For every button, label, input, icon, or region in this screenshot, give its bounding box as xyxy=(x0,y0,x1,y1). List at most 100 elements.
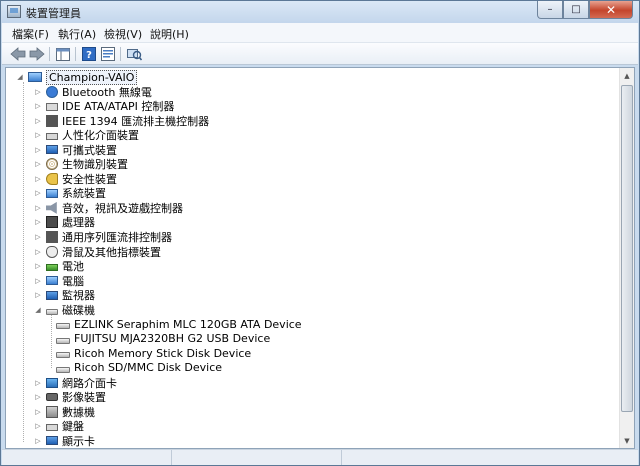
system-device-icon xyxy=(46,188,58,198)
vertical-scrollbar[interactable]: ▲ ▼ xyxy=(619,68,634,448)
tree-device-item[interactable]: Ricoh SD/MMC Disk Device xyxy=(56,361,222,375)
disk-drive-icon xyxy=(46,308,58,315)
expand-arrow-icon[interactable]: ▷ xyxy=(34,276,42,286)
title-bar[interactable]: 裝置管理員 – □ ✕ xyxy=(1,1,639,23)
tree-category-hid[interactable]: ▷ 人性化介面裝置 xyxy=(34,128,139,142)
key-icon xyxy=(46,172,58,185)
expand-arrow-icon[interactable]: ▷ xyxy=(34,145,42,155)
toolbar-separator xyxy=(120,47,121,61)
tree-child-guide-line xyxy=(51,314,52,368)
scroll-down-icon[interactable]: ▼ xyxy=(620,433,634,448)
status-cell xyxy=(342,450,638,465)
help-icon: ? xyxy=(82,47,96,61)
tree-category-disk-drive[interactable]: ◢ 磁碟機 xyxy=(34,303,95,317)
battery-icon xyxy=(46,264,58,272)
keyboard-icon xyxy=(46,424,58,432)
tree-category-computer[interactable]: ▷ 電腦 xyxy=(34,274,84,288)
modem-icon xyxy=(46,405,58,418)
expand-arrow-icon[interactable]: ▷ xyxy=(34,378,42,388)
console-tree-icon xyxy=(56,47,70,61)
expand-arrow-icon[interactable]: ▷ xyxy=(34,247,42,257)
tree-category-label: 顯示卡 xyxy=(62,434,95,448)
back-button[interactable] xyxy=(10,46,26,62)
collapse-arrow-icon[interactable]: ◢ xyxy=(34,305,42,315)
tree-category-usb[interactable]: ▷ 通用序列匯流排控制器 xyxy=(34,230,172,244)
minimize-button[interactable]: – xyxy=(537,1,563,19)
tree-category-monitor[interactable]: ▷ 監視器 xyxy=(34,288,95,302)
tree-category-mouse[interactable]: ▷ 滑鼠及其他指標裝置 xyxy=(34,245,161,259)
arrow-left-icon xyxy=(10,47,26,61)
tree-root-label: Champion-VAIO xyxy=(46,69,138,85)
tree-device-item[interactable]: FUJITSU MJA2320BH G2 USB Device xyxy=(56,332,270,346)
tree-category-portable-device[interactable]: ▷ 可攜式裝置 xyxy=(34,143,117,157)
window-title: 裝置管理員 xyxy=(26,7,81,20)
tree-device-item[interactable]: Ricoh Memory Stick Disk Device xyxy=(56,346,251,360)
computer-icon xyxy=(46,276,58,286)
speaker-icon xyxy=(46,201,57,214)
processor-icon xyxy=(46,216,58,229)
menu-action[interactable]: 執行(A) xyxy=(58,26,96,42)
bluetooth-icon xyxy=(46,85,58,98)
tree-category-label: 磁碟機 xyxy=(62,303,95,317)
mouse-icon xyxy=(46,245,58,258)
expand-arrow-icon[interactable]: ▷ xyxy=(34,290,42,300)
show-hide-console-button[interactable] xyxy=(55,46,71,62)
expand-arrow-icon[interactable]: ▷ xyxy=(34,101,42,111)
tree-category-display-adapter[interactable]: ▷ 顯示卡 xyxy=(34,434,95,448)
expand-arrow-icon[interactable]: ▷ xyxy=(34,203,42,213)
scan-hardware-button[interactable] xyxy=(126,46,142,62)
expand-arrow-icon[interactable]: ▷ xyxy=(34,232,42,242)
scrollbar-thumb[interactable] xyxy=(621,85,633,412)
device-manager-icon xyxy=(7,5,21,18)
tree-category-network-adapter[interactable]: ▷ 網路介面卡 xyxy=(34,376,117,390)
portable-device-icon xyxy=(46,145,58,155)
tree-category-keyboard[interactable]: ▷ 鍵盤 xyxy=(34,419,84,433)
device-tree-panel: ◢ Champion-VAIO ▷ Bluetooth 無線電 ▷ IDE ATA/A… xyxy=(5,67,635,449)
hid-icon xyxy=(46,133,58,141)
expand-arrow-icon[interactable]: ▷ xyxy=(34,217,42,227)
tree-root[interactable]: ◢ Champion-VAIO xyxy=(16,69,138,85)
expand-arrow-icon[interactable]: ▷ xyxy=(34,130,42,140)
expand-arrow-icon[interactable]: ▷ xyxy=(34,159,42,169)
expand-arrow-icon[interactable]: ▷ xyxy=(34,174,42,184)
scroll-up-icon[interactable]: ▲ xyxy=(620,68,634,83)
expand-arrow-icon[interactable]: ▷ xyxy=(34,116,42,126)
expand-arrow-icon[interactable]: ▷ xyxy=(34,392,42,402)
tree-category-speaker[interactable]: ▷ 音效，視訊及遊戲控制器 xyxy=(34,201,183,215)
forward-button[interactable] xyxy=(29,46,45,62)
expand-arrow-icon[interactable]: ▷ xyxy=(34,261,42,271)
menu-view[interactable]: 檢視(V) xyxy=(104,26,142,42)
disk-drive-icon xyxy=(56,337,70,344)
tree-category-fingerprint[interactable]: ▷ 生物識別裝置 xyxy=(34,157,128,171)
tree-category-bluetooth[interactable]: ▷ Bluetooth 無線電 xyxy=(34,85,152,99)
scan-hardware-icon xyxy=(126,49,142,61)
expand-arrow-icon[interactable]: ▷ xyxy=(34,436,42,446)
properties-button[interactable] xyxy=(100,46,116,62)
ide-controller-icon xyxy=(46,103,58,112)
expand-arrow-icon[interactable]: ▷ xyxy=(34,87,42,97)
collapse-arrow-icon[interactable]: ◢ xyxy=(16,72,24,82)
expand-arrow-icon[interactable]: ▷ xyxy=(34,407,42,417)
tree-category-modem[interactable]: ▷ 數據機 xyxy=(34,405,95,419)
disk-drive-icon xyxy=(56,352,70,359)
tree-category-processor[interactable]: ▷ 處理器 xyxy=(34,215,95,229)
computer-root-icon xyxy=(28,72,42,82)
tree-category-ide-controller[interactable]: ▷ IDE ATA/ATAPI 控制器 xyxy=(34,99,174,113)
tree-device-item[interactable]: EZLINK Seraphim MLC 120GB ATA Device xyxy=(56,317,302,331)
maximize-button[interactable]: □ xyxy=(563,1,589,19)
menu-help[interactable]: 說明(H) xyxy=(150,26,189,42)
tree-category-ieee1394[interactable]: ▷ IEEE 1394 匯流排主機控制器 xyxy=(34,114,209,128)
tree-category-camera[interactable]: ▷ 影像裝置 xyxy=(34,390,106,404)
status-cell xyxy=(172,450,342,465)
close-button[interactable]: ✕ xyxy=(589,1,633,19)
tree-category-system-device[interactable]: ▷ 系統裝置 xyxy=(34,186,106,200)
menu-file[interactable]: 檔案(F) xyxy=(12,26,49,42)
help-button[interactable]: ? xyxy=(81,46,97,62)
camera-icon xyxy=(46,393,58,402)
menu-bar: 檔案(F) 執行(A) 檢視(V) 說明(H) xyxy=(2,23,638,43)
close-icon: ✕ xyxy=(605,2,617,17)
expand-arrow-icon[interactable]: ▷ xyxy=(34,188,42,198)
tree-category-key[interactable]: ▷ 安全性裝置 xyxy=(34,172,117,186)
tree-category-battery[interactable]: ▷ 電池 xyxy=(34,259,84,273)
expand-arrow-icon[interactable]: ▷ xyxy=(34,421,42,431)
